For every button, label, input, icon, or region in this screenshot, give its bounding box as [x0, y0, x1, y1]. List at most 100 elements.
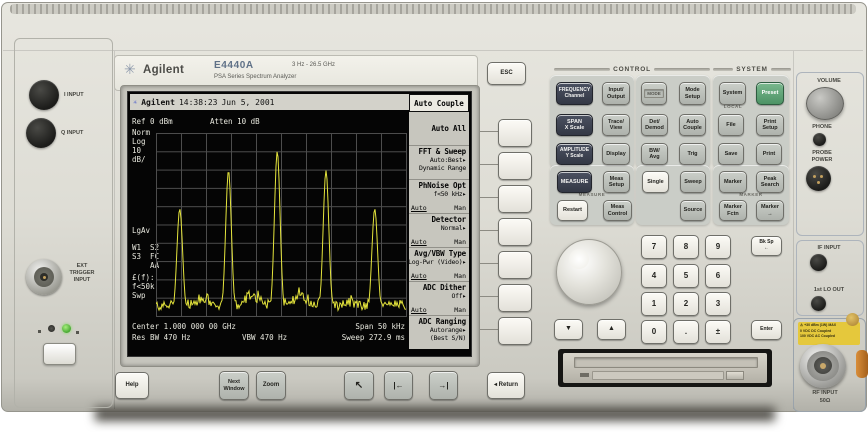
keypad-0[interactable]: 0 [641, 320, 667, 344]
source-button[interactable]: Source [680, 200, 706, 221]
trig-button[interactable]: Trig [679, 143, 706, 165]
knob-dimple [569, 249, 589, 269]
preset-button[interactable]: Preset [756, 82, 784, 105]
standby-led [48, 325, 55, 332]
softkey-button-1[interactable] [498, 119, 532, 147]
softkey-label-auto-all: Auto All [409, 112, 469, 146]
rf-impedance-label: 50Ω [793, 398, 857, 405]
softkey-lead-line [480, 197, 498, 198]
i-input-connector [29, 80, 59, 110]
screen-time: 14:38:23 [179, 98, 218, 107]
print-button[interactable]: Print [756, 143, 782, 165]
brand-name: Agilent [143, 64, 184, 76]
restart-button[interactable]: Restart [557, 200, 588, 221]
keypad-1[interactable]: 1 [641, 292, 667, 316]
backspace-button[interactable]: Bk Sp ← [751, 236, 782, 256]
standby-mark [38, 330, 41, 333]
softkey-button-3[interactable] [498, 185, 532, 213]
softkey-button-7[interactable] [498, 317, 532, 345]
keypad-decimal[interactable]: . [673, 320, 699, 344]
control-group-header: CONTROL [554, 66, 710, 73]
keypad-7[interactable]: 7 [641, 235, 667, 259]
system-button[interactable]: System [719, 82, 746, 105]
marker-button[interactable]: Marker [719, 171, 747, 193]
i-input-label: I INPUT [64, 92, 84, 99]
atten-annotation: Atten 10 dB [210, 117, 260, 126]
enter-button[interactable]: Enter [751, 320, 782, 340]
amplitude-scale-annotation: Norm Log 10 dB/ [132, 128, 150, 164]
keypad-4[interactable]: 4 [641, 264, 667, 288]
volume-knob[interactable] [806, 87, 844, 120]
probe-power-connector [806, 166, 831, 191]
marker-fctn-button[interactable]: Marker Fctn [719, 200, 747, 221]
agilent-spark-icon: ✳ [124, 61, 136, 78]
rpg-knob[interactable] [556, 239, 622, 305]
probe-power-label: PROBE POWER [796, 150, 848, 164]
softkey-label-fft-sweep: FFT & Sweep Auto:Best▸ Dynamic Range [409, 146, 469, 180]
drop-shadow [95, 407, 775, 421]
ext-trigger-bnc-connector [26, 259, 62, 295]
measure-button[interactable]: MEASURE [557, 171, 592, 193]
step-up-button[interactable]: ▲ [597, 319, 626, 340]
help-button[interactable]: Help [115, 372, 149, 399]
amplitude-y-scale-button[interactable]: AMPLITUDE Y Scale [556, 143, 593, 165]
optimization-flags-annotation: £(f): f<50k Swp [132, 273, 155, 300]
floppy-door [592, 371, 724, 380]
keypad-9[interactable]: 9 [705, 235, 731, 259]
softkey-button-5[interactable] [498, 251, 532, 279]
auto-couple-button[interactable]: Auto Couple [679, 114, 706, 136]
softkey-button-2[interactable] [498, 152, 532, 180]
softkey-button-6[interactable] [498, 284, 532, 312]
floppy-eject-button[interactable] [726, 371, 744, 380]
input-output-button[interactable]: Input/ Output [602, 82, 630, 105]
print-setup-button[interactable]: Print Setup [756, 114, 784, 136]
screen-spark-icon: ✳ [133, 98, 137, 106]
meas-control-button[interactable]: Meas Control [603, 200, 632, 221]
keypad-plus-minus[interactable]: ± [705, 320, 731, 344]
keypad-3[interactable]: 3 [705, 292, 731, 316]
power-mark [76, 331, 79, 334]
rbw-annotation: Res BW 470 Hz [132, 333, 191, 342]
prev-window-arrow-button[interactable]: ↖ [344, 371, 374, 400]
frequency-channel-button[interactable]: FREQUENCY Channel [556, 82, 593, 105]
vent-grille [10, 4, 856, 14]
bw-avg-button[interactable]: BW/ Avg [641, 143, 668, 165]
screen-brand: Agilent [141, 98, 175, 107]
span-x-scale-button[interactable]: SPAN X Scale [556, 114, 593, 136]
return-button[interactable]: ◂ Return [487, 372, 525, 399]
softkey-lead-line [480, 263, 498, 264]
esc-button[interactable]: ESC [487, 62, 526, 85]
file-button[interactable]: File [718, 114, 744, 136]
marker-to-button[interactable]: Marker → [756, 200, 784, 221]
meas-setup-button[interactable]: Meas Setup [603, 171, 630, 193]
floppy-activity-led [580, 373, 589, 377]
mode-button[interactable]: MODE [641, 82, 667, 105]
step-down-button[interactable]: ▼ [554, 319, 583, 340]
trace-view-button[interactable]: Trace/ View [602, 114, 630, 136]
sweep-button[interactable]: Sweep [680, 171, 706, 193]
save-button[interactable]: Save [718, 143, 744, 165]
rf-input-label: RF INPUT [793, 390, 857, 397]
tab-right-button[interactable]: →| [429, 371, 458, 400]
keypad-6[interactable]: 6 [705, 264, 731, 288]
series-name: PSA Series Spectrum Analyzer [214, 74, 296, 80]
softkey-label-avg-vbw-type: Avg/VBW Type Log-Pwr (Video)▸ AutoMan [409, 248, 469, 282]
keypad-8[interactable]: 8 [673, 235, 699, 259]
peak-search-button[interactable]: Peak Search [756, 171, 784, 193]
panel-seam [3, 50, 863, 51]
display-button[interactable]: Display [602, 143, 630, 165]
tab-left-button[interactable]: |← [384, 371, 413, 400]
zoom-button[interactable]: Zoom [256, 371, 286, 400]
softkey-menu-title: Auto Couple [409, 94, 469, 112]
det-demod-button[interactable]: Det/ Demod [641, 114, 668, 136]
mode-setup-button[interactable]: Mode Setup [679, 82, 706, 105]
softkey-button-4[interactable] [498, 218, 532, 246]
keypad-5[interactable]: 5 [673, 264, 699, 288]
keypad-2[interactable]: 2 [673, 292, 699, 316]
next-window-button[interactable]: Next Window [219, 371, 249, 400]
display-area: Ref 0 dBm Atten 10 dB Norm Log 10 dB/ Lg… [130, 112, 409, 354]
single-button[interactable]: Single [642, 171, 669, 193]
softkey-lead-line [480, 131, 498, 132]
power-button[interactable] [43, 343, 76, 365]
volume-label: VOLUME [796, 78, 862, 85]
